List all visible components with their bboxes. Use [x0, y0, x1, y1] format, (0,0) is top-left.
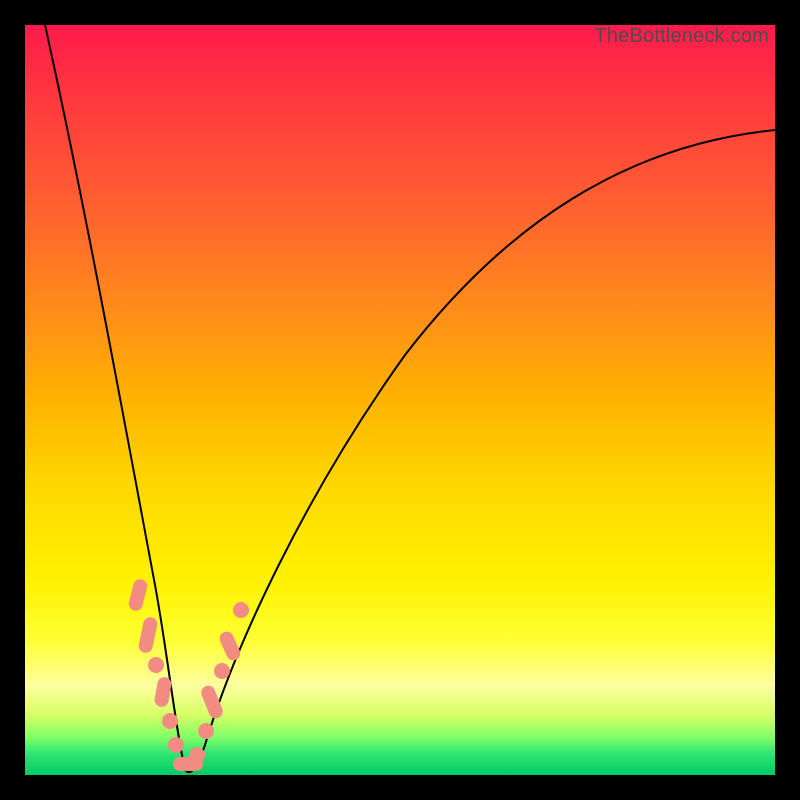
chart-plot-area: TheBottleneck.com	[25, 25, 775, 775]
bottleneck-chart	[25, 25, 775, 775]
marker-pill	[137, 616, 158, 654]
marker-dot	[189, 747, 205, 763]
marker-dot	[214, 663, 230, 679]
marker-dot	[162, 713, 178, 729]
watermark-text: TheBottleneck.com	[594, 25, 769, 48]
marker-pill	[154, 676, 173, 708]
marker-dot	[148, 657, 164, 673]
marker-pill	[199, 684, 225, 721]
marker-dot	[168, 737, 184, 753]
marker-dot	[233, 602, 249, 618]
marker-pill	[218, 629, 243, 662]
marker-dot	[198, 723, 214, 739]
marker-pill	[127, 578, 148, 612]
